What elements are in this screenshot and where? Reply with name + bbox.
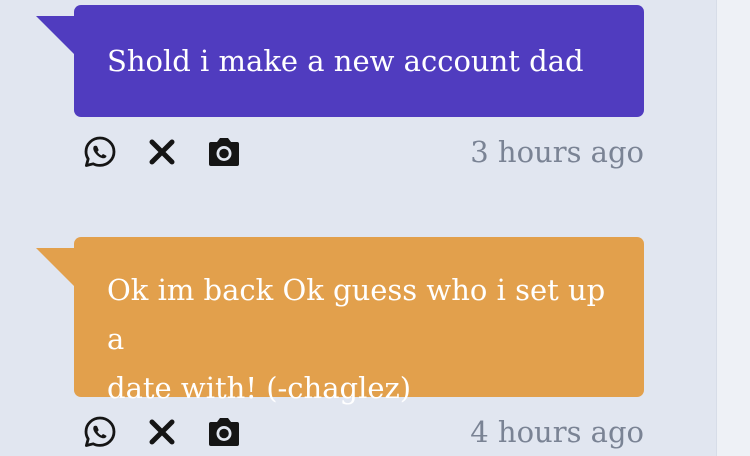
- camera-icon[interactable]: [204, 412, 244, 452]
- message-timestamp: 3 hours ago: [470, 135, 644, 169]
- close-icon[interactable]: [142, 132, 182, 172]
- message-bubble[interactable]: Shold i make a new account dad: [74, 5, 644, 117]
- message-actions: [80, 412, 266, 452]
- message-text: Shold i make a new account dad: [107, 44, 584, 78]
- whatsapp-icon[interactable]: [80, 132, 120, 172]
- message-timestamp: 4 hours ago: [470, 415, 644, 449]
- bubble-tail: [36, 16, 76, 56]
- close-icon[interactable]: [142, 412, 182, 452]
- message-feed: Shold i make a new account dad 3 hours a…: [0, 0, 750, 456]
- scroll-panel-edge: [716, 0, 750, 456]
- message-bubble[interactable]: Ok im back Ok guess who i set up a date …: [74, 237, 644, 405]
- camera-icon[interactable]: [204, 132, 244, 172]
- message-text-line-2: date with! (-chaglez): [107, 371, 412, 405]
- message-text-line-1: Ok im back Ok guess who i set up a: [107, 273, 606, 356]
- whatsapp-icon[interactable]: [80, 412, 120, 452]
- message-actions: [80, 132, 266, 172]
- bubble-tail: [36, 248, 76, 288]
